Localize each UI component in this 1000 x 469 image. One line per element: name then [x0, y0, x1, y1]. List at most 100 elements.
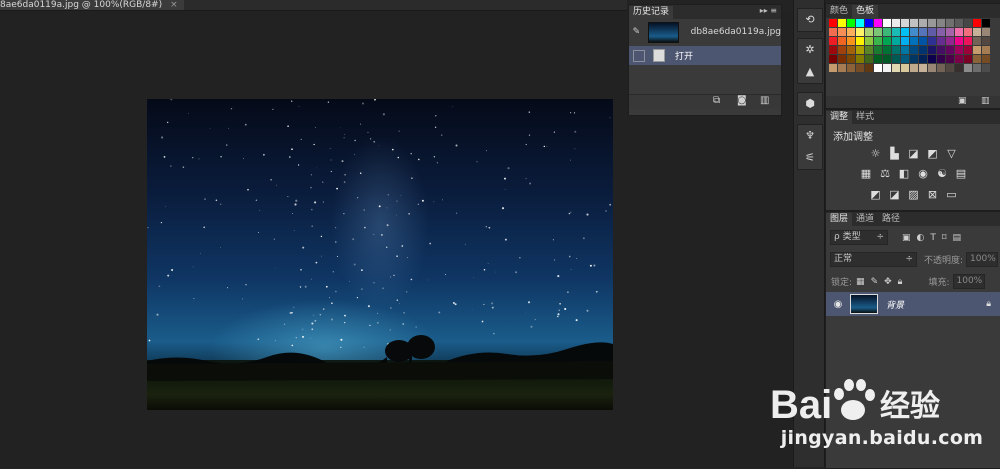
swatch[interactable]	[892, 64, 900, 72]
swatch[interactable]	[838, 55, 846, 63]
history-item-open[interactable]: . 打开	[629, 46, 781, 65]
new-swatch-icon[interactable]: ▣	[958, 96, 967, 106]
swatch[interactable]	[838, 19, 846, 27]
swatch[interactable]	[919, 55, 927, 63]
swatch[interactable]	[955, 37, 963, 45]
swatch[interactable]	[883, 28, 891, 36]
swatch[interactable]	[964, 37, 972, 45]
swatch[interactable]	[856, 64, 864, 72]
swatch[interactable]	[937, 55, 945, 63]
image-icon[interactable]: ▣	[902, 233, 911, 243]
swatch[interactable]	[865, 28, 873, 36]
shape-icon[interactable]: ⌑	[942, 233, 947, 243]
swatch[interactable]	[883, 55, 891, 63]
swatch[interactable]	[829, 37, 837, 45]
swatch[interactable]	[856, 55, 864, 63]
move-icon[interactable]: ✥	[884, 277, 892, 287]
layer-filter-select[interactable]: ρ 类型 ÷	[830, 230, 888, 245]
swatch[interactable]	[937, 28, 945, 36]
swatch[interactable]	[829, 64, 837, 72]
swatch[interactable]	[865, 46, 873, 54]
swatch[interactable]	[910, 46, 918, 54]
histogram-icon[interactable]: ▲	[798, 61, 822, 83]
swatch[interactable]	[955, 55, 963, 63]
swatch[interactable]	[946, 19, 954, 27]
swatch[interactable]	[847, 55, 855, 63]
swatch[interactable]	[973, 64, 981, 72]
swatch[interactable]	[982, 28, 990, 36]
swatch[interactable]	[865, 55, 873, 63]
swatch[interactable]	[919, 37, 927, 45]
swatch[interactable]	[964, 28, 972, 36]
swatch[interactable]	[946, 37, 954, 45]
swatch[interactable]	[982, 55, 990, 63]
swatch[interactable]	[856, 46, 864, 54]
swatch[interactable]	[982, 46, 990, 54]
swatch[interactable]	[901, 28, 909, 36]
fill-field[interactable]: 100%	[952, 274, 985, 289]
swatch[interactable]	[892, 28, 900, 36]
swatch[interactable]	[865, 64, 873, 72]
posterize-icon[interactable]: ◪	[888, 188, 901, 201]
adjust-icon[interactable]: ◐	[917, 233, 925, 243]
swatch[interactable]	[901, 19, 909, 27]
exposure-icon[interactable]: ◩	[926, 147, 939, 160]
swatch[interactable]	[982, 37, 990, 45]
swatch[interactable]	[937, 19, 945, 27]
swatch[interactable]	[847, 46, 855, 54]
gradient-map-icon[interactable]: ▭	[945, 188, 958, 201]
swatch[interactable]	[964, 46, 972, 54]
balance-icon[interactable]: ⚖	[879, 167, 892, 180]
swatch[interactable]	[874, 46, 882, 54]
swatch[interactable]	[919, 46, 927, 54]
swatch[interactable]	[955, 19, 963, 27]
swatch[interactable]	[874, 64, 882, 72]
swatch[interactable]	[946, 46, 954, 54]
blend-mode-select[interactable]: 正常 ÷	[830, 252, 917, 267]
swatch[interactable]	[838, 46, 846, 54]
swatch[interactable]	[973, 19, 981, 27]
invert-icon[interactable]: ◩	[869, 188, 882, 201]
swatch[interactable]	[829, 55, 837, 63]
swatch[interactable]	[973, 37, 981, 45]
swatch[interactable]	[973, 46, 981, 54]
lock-pixels-icon[interactable]: ▦	[856, 277, 865, 287]
swatch[interactable]	[928, 19, 936, 27]
swatch[interactable]	[856, 37, 864, 45]
history-source-checkbox[interactable]	[633, 49, 645, 62]
opacity-field[interactable]: 100%	[966, 252, 999, 267]
swatch[interactable]	[928, 55, 936, 63]
swatch[interactable]	[955, 28, 963, 36]
swatch[interactable]	[883, 64, 891, 72]
swatch[interactable]	[883, 19, 891, 27]
swatch[interactable]	[964, 19, 972, 27]
swatch[interactable]	[928, 28, 936, 36]
swatch[interactable]	[829, 28, 837, 36]
sparkle-icon[interactable]: ✲	[798, 39, 822, 61]
layer-row-background[interactable]: ◉ 背景 🔒︎	[826, 292, 1000, 316]
swatch[interactable]	[946, 64, 954, 72]
swatch[interactable]	[901, 64, 909, 72]
tab-channels[interactable]: 通道	[852, 213, 879, 226]
document-tab[interactable]: 8ae6da0119a.jpg @ 100%(RGB/8#) ×	[0, 0, 184, 10]
swatch[interactable]	[901, 46, 909, 54]
swatch[interactable]	[955, 64, 963, 72]
vibrance-icon[interactable]: ▦	[860, 167, 873, 180]
threshold-icon[interactable]: ▨	[907, 188, 920, 201]
trash-icon[interactable]: ▥	[981, 96, 990, 106]
swatch[interactable]	[937, 46, 945, 54]
text-icon[interactable]: T	[930, 233, 936, 243]
swatch[interactable]	[892, 19, 900, 27]
swatch[interactable]	[919, 28, 927, 36]
tab-adjustments[interactable]: 调整	[826, 111, 853, 124]
cube-icon[interactable]: ⬢	[798, 93, 822, 115]
swatch[interactable]	[892, 46, 900, 54]
swatch[interactable]	[892, 37, 900, 45]
swatch[interactable]	[982, 19, 990, 27]
swatch[interactable]	[874, 55, 882, 63]
swatch[interactable]	[865, 37, 873, 45]
new-document-from-state-icon[interactable]: ⧉	[713, 95, 720, 106]
swatch[interactable]	[919, 19, 927, 27]
swatch[interactable]	[901, 37, 909, 45]
lock-all-icon[interactable]: 🔒︎	[898, 277, 903, 287]
